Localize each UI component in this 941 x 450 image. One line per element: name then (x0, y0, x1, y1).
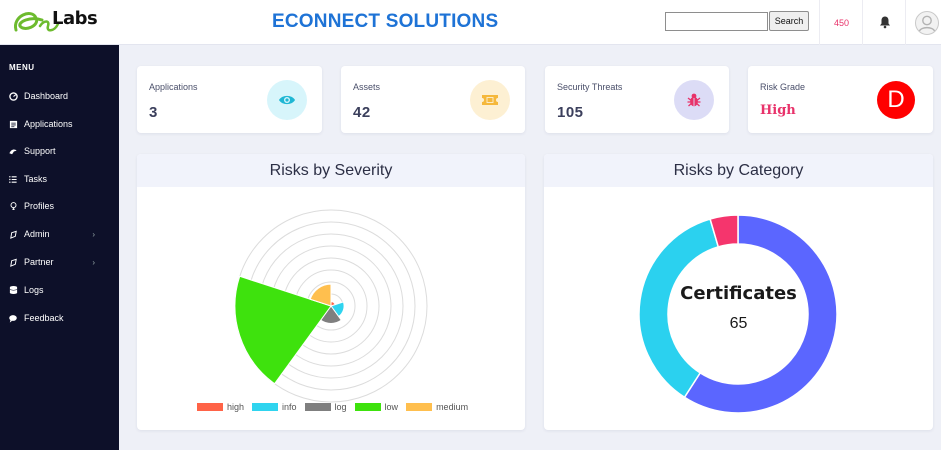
legend-swatch (197, 403, 223, 411)
header-divider (862, 0, 863, 45)
applications-icon (8, 119, 18, 129)
legend-item-low[interactable]: low (354, 402, 399, 412)
bug-icon (674, 80, 714, 120)
sidebar-item-label: Profiles (24, 201, 55, 211)
stat-label: Applications (149, 82, 198, 92)
stat-value: 105 (557, 104, 584, 121)
sidebar-item-applications[interactable]: Applications (8, 116, 113, 132)
stat-label: Security Threats (557, 82, 623, 92)
sidebar-item-profiles[interactable]: Profiles (8, 198, 113, 214)
legend-swatch (304, 403, 331, 411)
grade-badge: D (877, 81, 915, 119)
search-input[interactable] (665, 12, 768, 31)
chevron-right-icon: › (92, 229, 95, 239)
legend-label: high (227, 402, 245, 412)
legend-item-medium[interactable]: medium (406, 402, 468, 412)
legend-swatch (252, 403, 279, 411)
stat-card-applications[interactable]: Applications 3 (137, 66, 322, 133)
user-avatar-icon[interactable] (915, 11, 939, 35)
support-icon (8, 146, 18, 156)
legend-item-high[interactable]: high (197, 402, 244, 412)
legend-swatch (354, 403, 381, 411)
header-divider (819, 0, 820, 45)
donut-center-label: Certificates (680, 283, 797, 304)
logo-text: Labs (52, 8, 98, 29)
sidebar-item-logs[interactable]: Logs (8, 282, 113, 298)
panel-title: Risks by Category (544, 154, 933, 187)
top-header: Labs ECONNECT SOLUTIONS Search 450 (0, 0, 941, 45)
sidebar-item-label: Support (24, 146, 56, 156)
header-divider (905, 0, 906, 45)
sidebar-item-label: Partner (24, 257, 54, 267)
sidebar: MENU Dashboard Applications Support Task… (0, 45, 119, 450)
stat-value: 42 (353, 104, 371, 121)
legend-label: info (282, 402, 297, 412)
feedback-icon (8, 313, 18, 323)
notification-count[interactable]: 450 (834, 18, 849, 28)
legend-label: medium (436, 402, 469, 412)
category-panel: Risks by Category Certificates 65 (544, 154, 933, 430)
eye-icon (267, 80, 307, 120)
partner-icon (8, 257, 18, 267)
stat-card-security-threats[interactable]: Security Threats 105 (545, 66, 729, 133)
stat-value: 3 (149, 104, 158, 121)
sidebar-item-label: Admin (24, 229, 50, 239)
chart-legend: high info log low medium (197, 402, 470, 412)
panel-title: Risks by Severity (137, 154, 525, 187)
stat-label: Assets (353, 82, 381, 92)
severity-polar-chart (234, 209, 428, 403)
category-donut-chart[interactable] (544, 187, 933, 430)
profiles-icon (8, 201, 18, 211)
sidebar-item-feedback[interactable]: Feedback (8, 310, 113, 326)
sidebar-item-admin[interactable]: Admin › (8, 226, 113, 242)
donut-center-value: 65 (729, 315, 748, 332)
sidebar-item-support[interactable]: Support (8, 143, 113, 159)
chevron-right-icon: › (92, 257, 95, 267)
sidebar-item-label: Logs (24, 285, 44, 295)
sidebar-item-label: Applications (24, 119, 73, 129)
stat-card-risk-grade[interactable]: Risk Grade High D (748, 66, 933, 133)
legend-item-info[interactable]: info (252, 402, 297, 412)
sidebar-item-tasks[interactable]: Tasks (8, 171, 113, 187)
dashboard-icon (8, 91, 18, 101)
sidebar-item-partner[interactable]: Partner › (8, 254, 113, 270)
sidebar-item-dashboard[interactable]: Dashboard (8, 88, 113, 104)
app-title: ECONNECT SOLUTIONS (272, 11, 499, 32)
severity-panel: Risks by Severity high info log low medium (137, 154, 525, 430)
legend-label: log (334, 402, 347, 412)
ticket-icon (470, 80, 510, 120)
sidebar-item-label: Dashboard (24, 91, 69, 101)
legend-label: low (384, 402, 399, 412)
risk-grade-value: High (760, 103, 796, 118)
admin-icon (8, 229, 18, 239)
logs-icon (8, 285, 18, 295)
legend-swatch (406, 403, 433, 411)
donut-segment[interactable] (638, 218, 720, 399)
sidebar-item-label: Tasks (24, 174, 48, 184)
menu-title: MENU (9, 63, 35, 72)
bell-icon[interactable] (878, 15, 892, 29)
search-button[interactable]: Search (769, 11, 809, 31)
legend-item-log[interactable]: log (304, 402, 347, 412)
stat-card-assets[interactable]: Assets 42 (341, 66, 525, 133)
stat-label: Risk Grade (760, 82, 806, 92)
sidebar-item-label: Feedback (24, 313, 64, 323)
tasks-icon (8, 174, 18, 184)
